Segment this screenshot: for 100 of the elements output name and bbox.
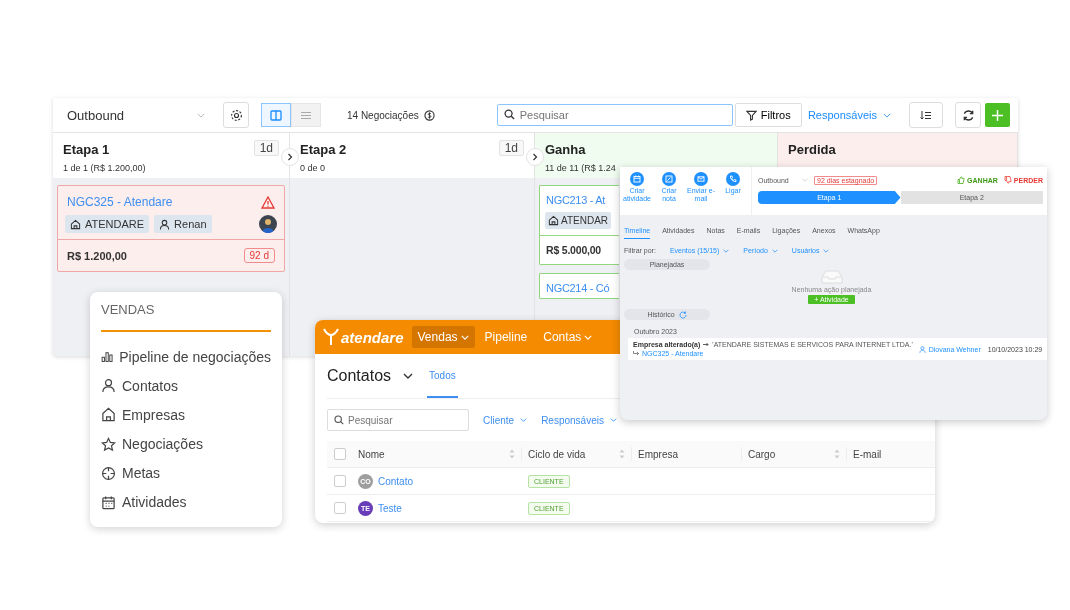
column-summary: 0 de 0 [300,163,327,173]
chevron-down-icon [823,248,830,253]
deal-title[interactable]: NGC214 - Có [546,282,610,294]
deal-card[interactable]: NGC214 - Có [539,273,619,299]
search-field[interactable]: Pesquisar [327,409,469,431]
mail-icon [694,172,708,186]
menu-item[interactable]: Metas [101,458,271,488]
deal-card[interactable]: NGC213 - At ATENDAR R$ 5.000,00 [539,185,619,265]
inbox-icon [820,270,843,284]
column-heading: Ciclo de vida [528,448,586,460]
page-title: Contatos [327,367,392,385]
dollar-icon [423,109,435,121]
next-stage-button[interactable] [281,148,299,166]
sort-icon[interactable] [509,449,515,459]
chevron-down-icon [771,248,778,253]
filter-dropdown[interactable]: Responsáveis [541,414,617,426]
menu-heading: VENDAS [101,302,156,317]
thumbs-down-icon [1003,176,1012,184]
star-icon [101,436,116,452]
reply-icon [633,351,639,356]
menu-item[interactable]: Negociações [101,429,271,459]
chevron-down-icon [197,112,205,118]
contact-name[interactable]: Teste [378,502,402,514]
calendar-icon [101,494,116,510]
checkbox[interactable] [333,502,346,514]
column-heading: Nome [358,448,385,460]
chevron-down-icon [883,112,891,118]
house-icon [70,218,81,230]
column-heading: Cargo [748,448,776,460]
caret-icon [403,373,414,379]
refresh-icon [961,108,975,122]
columns-icon [270,109,282,121]
menu-item[interactable]: Atividades [101,487,271,517]
menu-item[interactable]: Contatos [101,371,271,401]
deal-title[interactable]: NGC213 - At [546,194,606,206]
calendar-icon [630,172,644,186]
nav-item[interactable]: Pipeline [478,326,534,348]
column-title: Etapa 1 [63,141,110,157]
note-icon [662,172,676,186]
filter-icon [745,109,757,121]
user-icon [918,345,926,353]
menu-item[interactable]: Pipeline de negociações [101,341,271,372]
person-icon [101,378,116,394]
refresh-icon [678,310,687,319]
filters-button[interactable]: Filtros [734,103,802,127]
sort-icon[interactable] [619,449,625,459]
list-icon [300,110,312,120]
checkbox[interactable] [333,448,346,460]
column-summary: 1 de 1 (R$ 1.200,00) [63,163,147,173]
arrow-icon [703,342,710,347]
card-tag: ATENDAR [545,212,612,229]
crosshair-icon [101,465,116,481]
search-field[interactable]: Pesquisar [496,104,733,126]
board-view-button[interactable] [261,103,291,127]
column-heading: E-mail [853,448,882,460]
duration-badge: 1d [498,139,524,156]
chevron-right-icon [287,153,293,161]
list-view-button[interactable] [291,103,321,127]
age-badge: 92 d [243,248,275,263]
chevron-down-icon [520,418,528,422]
column-title: Etapa 2 [300,141,347,157]
thumbs-up-icon [957,176,966,184]
phone-icon [726,172,740,186]
house-icon [101,407,116,423]
column-title: Ganha [545,141,586,157]
chevron-down-icon [802,178,808,182]
deal-value: R$ 5.000,00 [546,244,601,256]
deal-value: R$ 1.200,00 [67,249,127,262]
nav-item[interactable]: Vendas [411,326,475,348]
contact-name[interactable]: Contato [378,475,414,487]
search-icon [334,415,344,425]
chevron-down-icon [723,248,730,253]
column-heading: Empresa [638,448,678,460]
logo-text: atendare [341,328,404,346]
chevron-right-icon [532,153,538,161]
settings-icon [229,108,243,122]
person-icon [159,218,171,230]
menu-item[interactable]: Empresas [101,400,271,430]
next-stage-button[interactable] [526,148,544,166]
sort-button[interactable] [909,102,943,128]
chevron-down-icon [609,418,617,422]
card-tag: Renan [154,215,212,233]
deal-title[interactable]: NGC325 - Atendare [67,195,173,209]
view-tab[interactable]: Todos [427,354,458,398]
nav-item[interactable]: Contas [537,326,599,348]
house-icon [548,215,559,226]
column-summary: 11 de 11 (R$ 1.24 [545,163,617,173]
deal-count: 14 Negociações [347,109,419,121]
logo-icon [323,328,339,346]
refresh-button[interactable] [955,102,981,128]
sort-icon[interactable] [834,449,840,459]
column-title: Perdida [788,141,836,157]
filter-dropdown[interactable]: Cliente [483,414,528,426]
checkbox[interactable] [333,475,346,487]
settings-button[interactable] [223,102,249,128]
sort-icon [920,110,932,120]
owners-dropdown[interactable]: Responsáveis [801,108,897,122]
bar-chart-icon [101,349,114,364]
deal-card[interactable]: NGC325 - Atendare ATENDARE Renan R$ 1.200,00 92 d [57,185,285,272]
plus-icon [991,108,1004,122]
